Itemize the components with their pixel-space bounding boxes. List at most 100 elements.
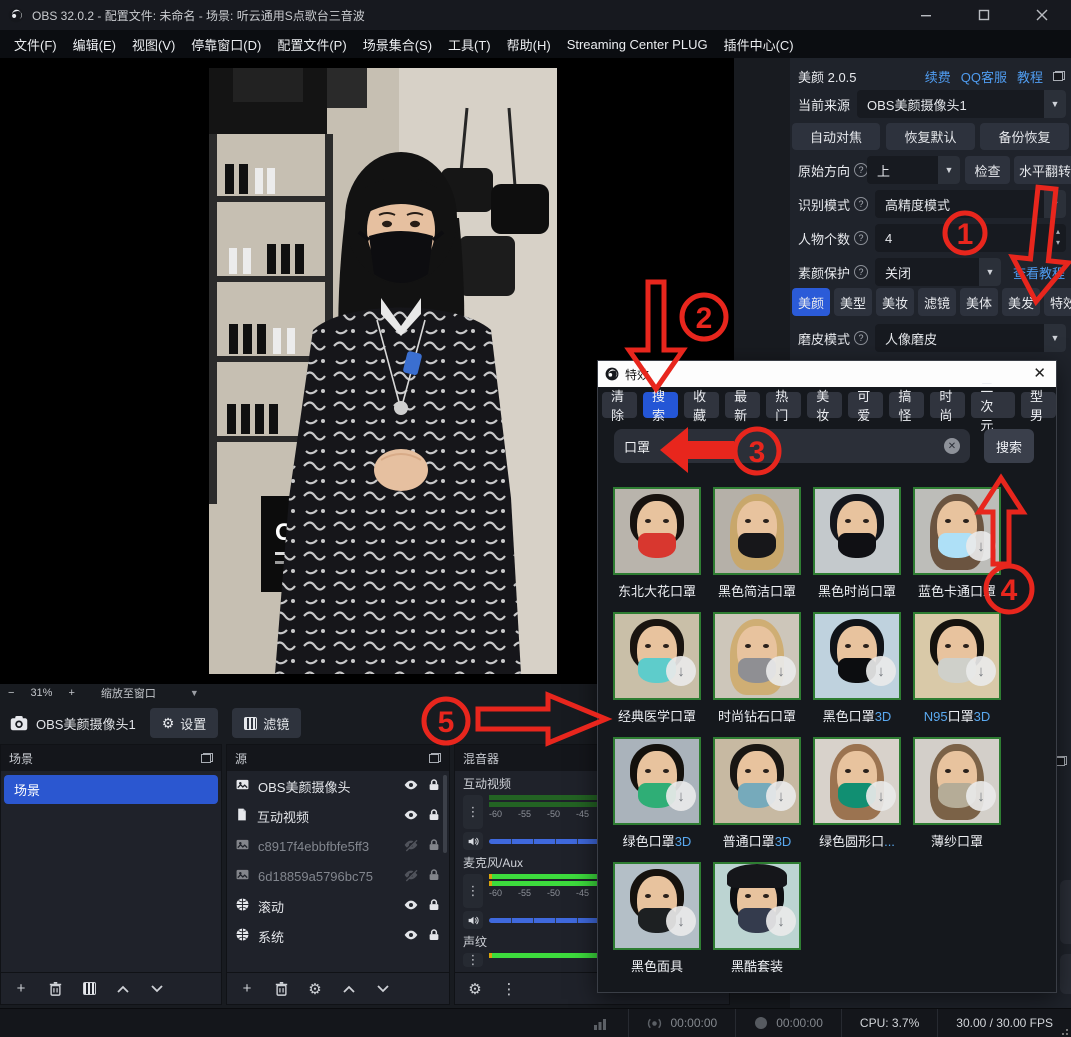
- beauty-tab[interactable]: 美体: [960, 288, 998, 316]
- beauty-tab[interactable]: 特效: [1044, 288, 1071, 316]
- chevron-down-icon[interactable]: ▼: [190, 688, 199, 698]
- check-button[interactable]: 检查: [965, 156, 1010, 184]
- beauty-tab[interactable]: 美颜: [792, 288, 830, 316]
- advanced-audio-gear-icon[interactable]: ⚙: [467, 981, 483, 997]
- scene-list-item[interactable]: 场景: [4, 775, 218, 804]
- popout-icon[interactable]: [1053, 71, 1065, 81]
- scene-filters-icon[interactable]: [81, 981, 97, 997]
- eye-slash-icon[interactable]: [403, 867, 419, 886]
- help-icon[interactable]: ?: [854, 331, 868, 345]
- move-down-icon[interactable]: [149, 981, 165, 997]
- stepper-arrows-icon[interactable]: ▴▾: [1056, 226, 1060, 248]
- download-icon[interactable]: ↓: [666, 656, 696, 686]
- source-row[interactable]: 滚动: [227, 891, 449, 921]
- popout-icon[interactable]: [429, 753, 441, 763]
- person-count-stepper[interactable]: 4 ▴▾: [875, 224, 1066, 252]
- download-icon[interactable]: ↓: [766, 781, 796, 811]
- kebab-menu-icon[interactable]: ⋮: [501, 981, 517, 997]
- autofocus-button[interactable]: 自动对焦: [792, 123, 880, 150]
- menu-item[interactable]: 视图(V): [124, 30, 183, 58]
- eye-icon[interactable]: [403, 897, 419, 916]
- effect-tile[interactable]: 黑色简洁口罩: [707, 487, 807, 600]
- scrollbar[interactable]: [443, 775, 447, 853]
- move-up-icon[interactable]: [341, 981, 357, 997]
- effect-tile[interactable]: ↓时尚钻石口罩: [707, 612, 807, 725]
- clear-search-icon[interactable]: ✕: [944, 438, 960, 454]
- effect-tile[interactable]: ↓蓝色卡通口罩: [907, 487, 1007, 600]
- effect-tile[interactable]: ↓绿色口罩3D: [607, 737, 707, 850]
- view-tutorial-link[interactable]: 查看教程: [1013, 263, 1065, 282]
- menu-item[interactable]: 工具(T): [440, 30, 499, 58]
- bareface-protect-select[interactable]: 关闭 ▼: [875, 258, 1001, 286]
- lock-icon[interactable]: [427, 807, 441, 826]
- download-icon[interactable]: ↓: [666, 906, 696, 936]
- download-icon[interactable]: ↓: [766, 656, 796, 686]
- dialog-tab[interactable]: 时尚: [930, 392, 965, 418]
- trash-icon[interactable]: [273, 981, 289, 997]
- dialog-tab[interactable]: 清除: [602, 392, 637, 418]
- popout-icon[interactable]: [201, 753, 213, 763]
- backup-restore-button[interactable]: 备份恢复: [980, 123, 1069, 150]
- search-button[interactable]: 搜索: [984, 429, 1034, 463]
- dialog-tab[interactable]: 美妆: [807, 392, 842, 418]
- menu-item[interactable]: 停靠窗口(D): [183, 30, 269, 58]
- effect-tile[interactable]: 黑色时尚口罩: [807, 487, 907, 600]
- flip-horizontal-button[interactable]: 水平翻转: [1014, 156, 1071, 184]
- download-icon[interactable]: ↓: [866, 781, 896, 811]
- source-row[interactable]: 6d18859a5796bc75: [227, 861, 449, 891]
- lock-icon[interactable]: [427, 867, 441, 886]
- detect-mode-select[interactable]: 高精度模式 ▼: [875, 190, 1066, 218]
- move-up-icon[interactable]: [115, 981, 131, 997]
- dialog-tab[interactable]: 热门: [766, 392, 801, 418]
- restore-default-button[interactable]: 恢复默认: [886, 123, 975, 150]
- kebab-menu-icon[interactable]: ⋮: [463, 874, 483, 908]
- dialog-tab[interactable]: 可爱: [848, 392, 883, 418]
- add-source-button[interactable]: +: [239, 981, 255, 997]
- effect-tile[interactable]: ↓经典医学口罩: [607, 612, 707, 725]
- eye-icon[interactable]: [403, 927, 419, 946]
- download-icon[interactable]: ↓: [866, 656, 896, 686]
- help-icon[interactable]: ?: [854, 163, 868, 177]
- help-icon[interactable]: ?: [854, 231, 868, 245]
- current-source-select[interactable]: OBS美颜摄像头1 ▼: [857, 90, 1066, 118]
- effect-tile[interactable]: ↓薄纱口罩: [907, 737, 1007, 850]
- download-icon[interactable]: ↓: [766, 906, 796, 936]
- move-down-icon[interactable]: [375, 981, 391, 997]
- dialog-tab[interactable]: 最新: [725, 392, 760, 418]
- smooth-mode-select[interactable]: 人像磨皮 ▼: [875, 324, 1066, 352]
- dialog-tab[interactable]: 收藏: [684, 392, 719, 418]
- add-scene-button[interactable]: +: [13, 981, 29, 997]
- source-row[interactable]: c8917f4ebbfbfe5ff3: [227, 831, 449, 861]
- menu-item[interactable]: 编辑(E): [65, 30, 124, 58]
- lock-icon[interactable]: [427, 777, 441, 796]
- kebab-menu-icon[interactable]: ⋮: [463, 795, 483, 829]
- source-properties-gear-icon[interactable]: ⚙: [307, 981, 323, 997]
- maximize-button[interactable]: [955, 0, 1013, 30]
- menu-item[interactable]: 帮助(H): [499, 30, 559, 58]
- beauty-tab[interactable]: 滤镜: [918, 288, 956, 316]
- download-icon[interactable]: ↓: [666, 781, 696, 811]
- menu-item[interactable]: 配置文件(P): [269, 30, 354, 58]
- effect-tile[interactable]: ↓黑色面具: [607, 862, 707, 975]
- lock-icon[interactable]: [427, 927, 441, 946]
- camera-settings-button[interactable]: ⚙ 设置: [150, 708, 219, 738]
- speaker-icon[interactable]: [463, 911, 483, 929]
- close-icon[interactable]: ✕: [1033, 364, 1046, 382]
- fit-to-window[interactable]: 缩放至窗口: [93, 685, 164, 701]
- speaker-icon[interactable]: [463, 832, 483, 850]
- download-icon[interactable]: ↓: [966, 656, 996, 686]
- source-row[interactable]: 互动视频: [227, 801, 449, 831]
- camera-filters-button[interactable]: 滤镜: [232, 708, 301, 738]
- renew-link[interactable]: 续费: [925, 67, 951, 86]
- dialog-tab[interactable]: 型男: [1021, 392, 1056, 418]
- zoom-out-button[interactable]: −: [0, 687, 22, 699]
- menu-item[interactable]: Streaming Center PLUG: [559, 30, 716, 58]
- beauty-tab[interactable]: 美型: [834, 288, 872, 316]
- minimize-button[interactable]: [897, 0, 955, 30]
- download-icon[interactable]: ↓: [966, 781, 996, 811]
- eye-icon[interactable]: [403, 777, 419, 796]
- orientation-select[interactable]: 上 ▼: [867, 156, 960, 184]
- beauty-tab[interactable]: 美妆: [876, 288, 914, 316]
- menu-item[interactable]: 文件(F): [6, 30, 65, 58]
- effect-tile[interactable]: ↓绿色圆形口...: [807, 737, 907, 850]
